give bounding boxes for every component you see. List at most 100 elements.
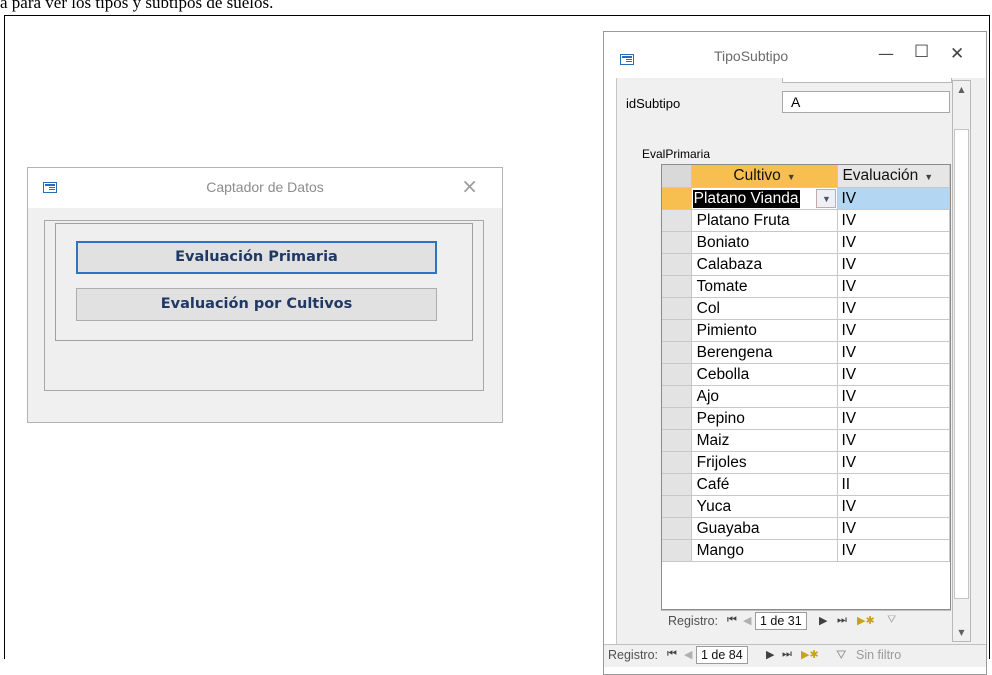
table-row[interactable]: Platano Vianda ▼ IV xyxy=(662,187,950,210)
evaluacion-cell[interactable]: IV xyxy=(837,495,950,518)
table-row[interactable]: Yuca IV xyxy=(662,495,950,518)
row-selector[interactable] xyxy=(662,451,692,474)
row-selector[interactable] xyxy=(662,517,692,540)
evaluacion-cell[interactable]: IV xyxy=(837,429,950,452)
evaluacion-cell[interactable]: IV xyxy=(837,539,950,562)
cultivo-cell[interactable]: Tomate xyxy=(691,275,839,298)
row-selector[interactable] xyxy=(662,473,692,496)
evaluacion-cultivos-button[interactable]: Evaluación por Cultivos xyxy=(76,288,437,321)
cultivo-cell[interactable]: Pimiento xyxy=(691,319,839,342)
cultivo-cell[interactable]: Boniato xyxy=(691,231,839,254)
scroll-thumb[interactable] xyxy=(954,129,969,599)
row-selector[interactable] xyxy=(662,319,692,342)
row-selector[interactable] xyxy=(662,275,692,298)
evaluacion-cell[interactable]: IV xyxy=(837,253,950,276)
new-record-icon[interactable]: ▶✱ xyxy=(801,648,819,661)
maximize-icon[interactable]: ☐ xyxy=(914,42,929,62)
cultivo-cell[interactable]: Maiz xyxy=(691,429,839,452)
evaluacion-cell[interactable]: IV xyxy=(837,517,950,540)
idsubtipo-field[interactable]: A xyxy=(782,91,950,113)
cultivo-cell[interactable]: Guayaba xyxy=(691,517,839,540)
evaluacion-cell[interactable]: II xyxy=(837,473,950,496)
evaluacion-primaria-button[interactable]: Evaluación Primaria xyxy=(76,241,437,274)
evaluacion-cell[interactable]: IV xyxy=(837,231,950,254)
table-row[interactable]: Maiz IV xyxy=(662,429,950,452)
scroll-down-icon[interactable]: ▼ xyxy=(953,624,970,641)
record-number-field[interactable]: 1 de 31 xyxy=(755,612,807,630)
new-record-icon[interactable]: ▶✱ xyxy=(857,614,875,627)
evaluacion-cell[interactable]: IV xyxy=(837,209,950,232)
last-record-icon[interactable]: ⏭ xyxy=(782,648,792,661)
cultivo-cell[interactable]: Café xyxy=(691,473,839,496)
close-icon[interactable]: ✕ xyxy=(950,44,964,64)
cultivo-cell[interactable]: Pepino xyxy=(691,407,839,430)
first-record-icon[interactable]: ⏮ xyxy=(667,648,677,661)
table-row[interactable]: Tomate IV xyxy=(662,275,950,298)
row-selector[interactable] xyxy=(662,231,692,254)
form-scrollbar[interactable]: ▲ ▼ xyxy=(952,80,971,642)
column-header-cultivo[interactable]: Cultivo ▼ xyxy=(691,165,839,188)
filter-icon[interactable]: ⛛ xyxy=(836,648,847,663)
previous-record-icon[interactable]: ◀ xyxy=(684,648,692,661)
minimize-icon[interactable]: — xyxy=(878,44,894,63)
row-selector[interactable] xyxy=(662,539,692,562)
table-row[interactable]: Berengena IV xyxy=(662,341,950,364)
record-selector[interactable] xyxy=(604,78,617,644)
cultivo-cell[interactable]: Berengena xyxy=(691,341,839,364)
next-record-icon[interactable]: ▶ xyxy=(766,648,774,661)
cultivo-cell[interactable]: Mango xyxy=(691,539,839,562)
table-row[interactable]: Col IV xyxy=(662,297,950,320)
table-row[interactable]: Ajo IV xyxy=(662,385,950,408)
row-selector[interactable] xyxy=(662,385,692,408)
cultivo-combo-cell[interactable]: Platano Vianda ▼ xyxy=(691,187,839,210)
evaluacion-cell[interactable]: IV xyxy=(837,451,950,474)
scroll-up-icon[interactable]: ▲ xyxy=(953,81,970,98)
evaluacion-cell[interactable]: IV xyxy=(837,297,950,320)
row-selector[interactable] xyxy=(662,429,692,452)
previous-record-icon[interactable]: ◀ xyxy=(743,614,751,627)
column-header-evaluacion[interactable]: Evaluación ▼ xyxy=(837,165,950,188)
cultivo-cell[interactable]: Platano Fruta xyxy=(691,209,839,232)
tiposubtipo-titlebar[interactable]: TipoSubtipo — ☐ ✕ xyxy=(604,32,986,78)
record-number-field[interactable]: 1 de 84 xyxy=(696,646,748,664)
table-row[interactable]: Guayaba IV xyxy=(662,517,950,540)
chevron-down-icon[interactable]: ▼ xyxy=(816,189,837,208)
evaluacion-cell[interactable]: IV xyxy=(837,187,950,210)
next-record-icon[interactable]: ▶ xyxy=(819,614,827,627)
filter-icon[interactable]: ⛛ xyxy=(887,614,896,627)
cultivo-cell[interactable]: Frijoles xyxy=(691,451,839,474)
row-selector[interactable] xyxy=(662,495,692,518)
row-selector[interactable] xyxy=(662,407,692,430)
row-selector[interactable] xyxy=(662,209,692,232)
row-selector[interactable] xyxy=(662,363,692,386)
cultivo-cell[interactable]: Yuca xyxy=(691,495,839,518)
cultivo-cell[interactable]: Col xyxy=(691,297,839,320)
table-row[interactable]: Pepino IV xyxy=(662,407,950,430)
row-selector[interactable] xyxy=(662,341,692,364)
table-row[interactable]: Pimiento IV xyxy=(662,319,950,342)
cultivo-cell[interactable]: Ajo xyxy=(691,385,839,408)
table-row[interactable]: Mango IV xyxy=(662,539,950,562)
first-record-icon[interactable]: ⏮ xyxy=(727,614,737,627)
table-row[interactable]: Boniato IV xyxy=(662,231,950,254)
table-row[interactable]: Frijoles IV xyxy=(662,451,950,474)
cultivo-cell[interactable]: Cebolla xyxy=(691,363,839,386)
last-record-icon[interactable]: ⏭ xyxy=(837,614,847,627)
evaluacion-cell[interactable]: IV xyxy=(837,275,950,298)
dropdown-arrow-icon[interactable]: ▼ xyxy=(787,172,796,182)
table-row[interactable]: Cebolla IV xyxy=(662,363,950,386)
evaluacion-cell[interactable]: IV xyxy=(837,341,950,364)
row-selector[interactable] xyxy=(662,187,692,210)
row-selector[interactable] xyxy=(662,297,692,320)
captador-titlebar[interactable]: Captador de Datos × xyxy=(28,168,502,208)
row-selector[interactable] xyxy=(662,253,692,276)
evaluacion-cell[interactable]: IV xyxy=(837,407,950,430)
table-row[interactable]: Café II xyxy=(662,473,950,496)
filter-status[interactable]: Sin filtro xyxy=(856,648,901,662)
evaluacion-cell[interactable]: IV xyxy=(837,319,950,342)
table-row[interactable]: Platano Fruta IV xyxy=(662,209,950,232)
cultivo-cell[interactable]: Calabaza xyxy=(691,253,839,276)
cultivo-value[interactable]: Platano Vianda xyxy=(692,189,800,208)
table-row[interactable]: Calabaza IV xyxy=(662,253,950,276)
evaluacion-cell[interactable]: IV xyxy=(837,385,950,408)
